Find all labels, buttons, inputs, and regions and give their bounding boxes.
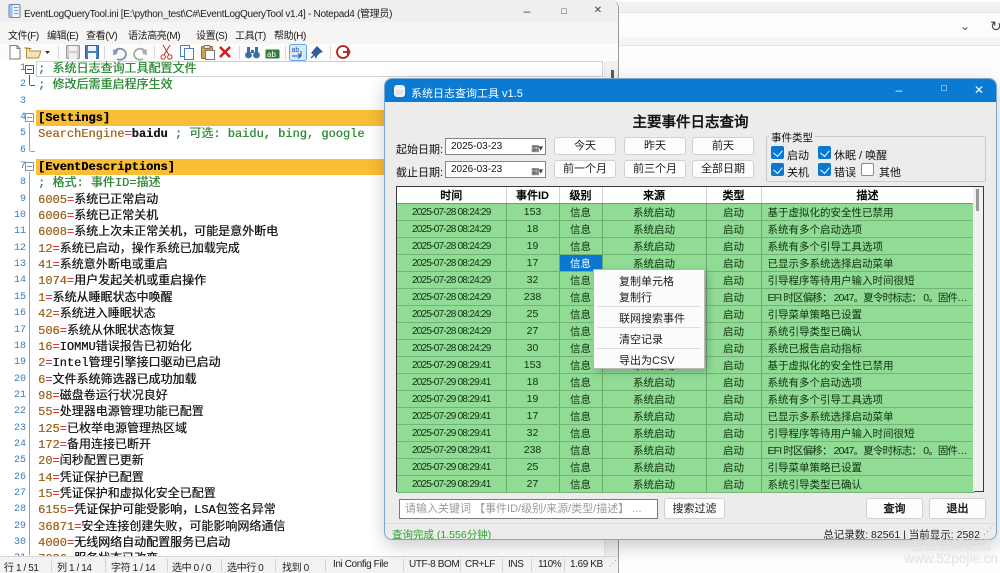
svg-text:ab: ab <box>292 47 300 54</box>
svg-text:ab: ab <box>267 50 276 59</box>
